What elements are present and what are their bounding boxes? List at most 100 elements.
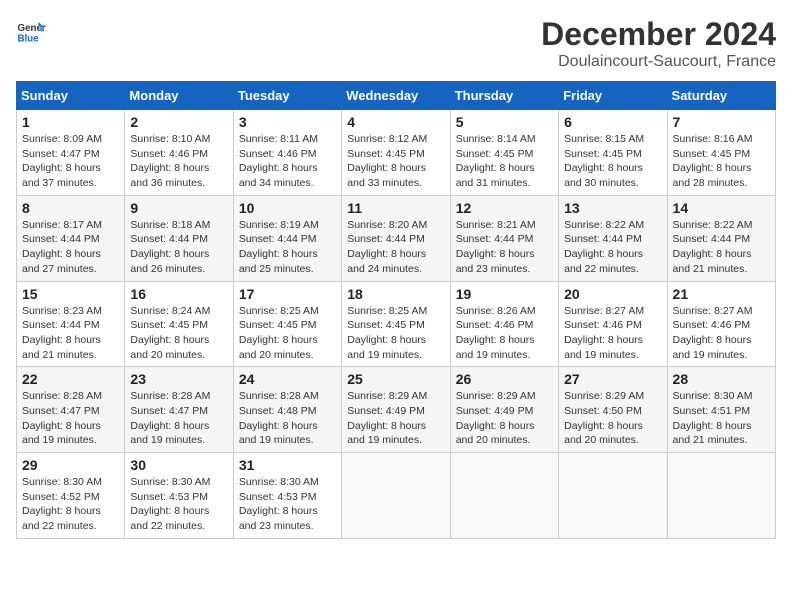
day-number: 28 bbox=[673, 371, 770, 387]
day-info: Sunrise: 8:27 AMSunset: 4:46 PMDaylight:… bbox=[673, 304, 770, 363]
day-info: Sunrise: 8:28 AMSunset: 4:48 PMDaylight:… bbox=[239, 389, 336, 448]
day-number: 19 bbox=[456, 286, 553, 302]
calendar-cell bbox=[450, 453, 558, 539]
day-number: 7 bbox=[673, 114, 770, 130]
day-info: Sunrise: 8:29 AMSunset: 4:49 PMDaylight:… bbox=[456, 389, 553, 448]
calendar-week-row: 29 Sunrise: 8:30 AMSunset: 4:52 PMDayligh… bbox=[17, 453, 776, 539]
day-number: 21 bbox=[673, 286, 770, 302]
calendar-cell bbox=[667, 453, 775, 539]
day-info: Sunrise: 8:29 AMSunset: 4:49 PMDaylight:… bbox=[347, 389, 444, 448]
day-info: Sunrise: 8:19 AMSunset: 4:44 PMDaylight:… bbox=[239, 218, 336, 277]
day-info: Sunrise: 8:25 AMSunset: 4:45 PMDaylight:… bbox=[347, 304, 444, 363]
calendar-body: 1 Sunrise: 8:09 AMSunset: 4:47 PMDaylight… bbox=[17, 110, 776, 539]
day-info: Sunrise: 8:24 AMSunset: 4:45 PMDaylight:… bbox=[130, 304, 227, 363]
day-info: Sunrise: 8:21 AMSunset: 4:44 PMDaylight:… bbox=[456, 218, 553, 277]
calendar-cell: 24 Sunrise: 8:28 AMSunset: 4:48 PMDayligh… bbox=[233, 367, 341, 453]
day-info: Sunrise: 8:14 AMSunset: 4:45 PMDaylight:… bbox=[456, 132, 553, 191]
month-title: December 2024 bbox=[541, 16, 776, 53]
day-info: Sunrise: 8:18 AMSunset: 4:44 PMDaylight:… bbox=[130, 218, 227, 277]
calendar-header: SundayMondayTuesdayWednesdayThursdayFrid… bbox=[17, 82, 776, 110]
calendar-cell: 21 Sunrise: 8:27 AMSunset: 4:46 PMDayligh… bbox=[667, 281, 775, 367]
calendar-week-row: 1 Sunrise: 8:09 AMSunset: 4:47 PMDaylight… bbox=[17, 110, 776, 196]
calendar-cell: 13 Sunrise: 8:22 AMSunset: 4:44 PMDayligh… bbox=[559, 195, 667, 281]
day-number: 13 bbox=[564, 200, 661, 216]
day-number: 11 bbox=[347, 200, 444, 216]
day-info: Sunrise: 8:26 AMSunset: 4:46 PMDaylight:… bbox=[456, 304, 553, 363]
day-number: 15 bbox=[22, 286, 119, 302]
day-info: Sunrise: 8:29 AMSunset: 4:50 PMDaylight:… bbox=[564, 389, 661, 448]
day-info: Sunrise: 8:12 AMSunset: 4:45 PMDaylight:… bbox=[347, 132, 444, 191]
day-number: 16 bbox=[130, 286, 227, 302]
day-info: Sunrise: 8:15 AMSunset: 4:45 PMDaylight:… bbox=[564, 132, 661, 191]
day-number: 22 bbox=[22, 371, 119, 387]
calendar-cell: 17 Sunrise: 8:25 AMSunset: 4:45 PMDayligh… bbox=[233, 281, 341, 367]
day-info: Sunrise: 8:17 AMSunset: 4:44 PMDaylight:… bbox=[22, 218, 119, 277]
logo-icon: General Blue bbox=[16, 16, 46, 46]
day-number: 27 bbox=[564, 371, 661, 387]
calendar-cell: 18Sunrise: 8:25 AMSunset: 4:45 PMDayligh… bbox=[342, 281, 450, 367]
weekday-header-thursday: Thursday bbox=[450, 82, 558, 110]
day-info: Sunrise: 8:25 AMSunset: 4:45 PMDaylight:… bbox=[239, 304, 336, 363]
calendar-cell: 12 Sunrise: 8:21 AMSunset: 4:44 PMDayligh… bbox=[450, 195, 558, 281]
day-number: 24 bbox=[239, 371, 336, 387]
calendar-cell: 10 Sunrise: 8:19 AMSunset: 4:44 PMDayligh… bbox=[233, 195, 341, 281]
day-number: 17 bbox=[239, 286, 336, 302]
calendar-cell: 25 Sunrise: 8:29 AMSunset: 4:49 PMDayligh… bbox=[342, 367, 450, 453]
calendar-cell: 8Sunrise: 8:17 AMSunset: 4:44 PMDaylight… bbox=[17, 195, 125, 281]
calendar-cell: 11 Sunrise: 8:20 AMSunset: 4:44 PMDayligh… bbox=[342, 195, 450, 281]
weekday-row: SundayMondayTuesdayWednesdayThursdayFrid… bbox=[17, 82, 776, 110]
day-info: Sunrise: 8:30 AMSunset: 4:52 PMDaylight:… bbox=[22, 475, 119, 534]
calendar-cell: 22 Sunrise: 8:28 AMSunset: 4:47 PMDayligh… bbox=[17, 367, 125, 453]
day-info: Sunrise: 8:16 AMSunset: 4:45 PMDaylight:… bbox=[673, 132, 770, 191]
day-number: 20 bbox=[564, 286, 661, 302]
day-info: Sunrise: 8:09 AMSunset: 4:47 PMDaylight:… bbox=[22, 132, 119, 191]
day-number: 31 bbox=[239, 457, 336, 473]
weekday-header-sunday: Sunday bbox=[17, 82, 125, 110]
calendar-week-row: 15 Sunrise: 8:23 AMSunset: 4:44 PMDayligh… bbox=[17, 281, 776, 367]
calendar-week-row: 8Sunrise: 8:17 AMSunset: 4:44 PMDaylight… bbox=[17, 195, 776, 281]
calendar-cell: 1 Sunrise: 8:09 AMSunset: 4:47 PMDaylight… bbox=[17, 110, 125, 196]
day-info: Sunrise: 8:28 AMSunset: 4:47 PMDaylight:… bbox=[130, 389, 227, 448]
day-number: 9 bbox=[130, 200, 227, 216]
day-info: Sunrise: 8:11 AMSunset: 4:46 PMDaylight:… bbox=[239, 132, 336, 191]
title-area: December 2024 Doulaincourt-Saucourt, Fra… bbox=[541, 16, 776, 71]
day-info: Sunrise: 8:30 AMSunset: 4:51 PMDaylight:… bbox=[673, 389, 770, 448]
day-number: 4 bbox=[347, 114, 444, 130]
calendar-table: SundayMondayTuesdayWednesdayThursdayFrid… bbox=[16, 81, 776, 539]
calendar-cell: 15 Sunrise: 8:23 AMSunset: 4:44 PMDayligh… bbox=[17, 281, 125, 367]
calendar-cell: 2Sunrise: 8:10 AMSunset: 4:46 PMDaylight… bbox=[125, 110, 233, 196]
day-number: 30 bbox=[130, 457, 227, 473]
day-info: Sunrise: 8:20 AMSunset: 4:44 PMDaylight:… bbox=[347, 218, 444, 277]
calendar-cell: 30Sunrise: 8:30 AMSunset: 4:53 PMDayligh… bbox=[125, 453, 233, 539]
day-info: Sunrise: 8:28 AMSunset: 4:47 PMDaylight:… bbox=[22, 389, 119, 448]
day-number: 29 bbox=[22, 457, 119, 473]
calendar-week-row: 22 Sunrise: 8:28 AMSunset: 4:47 PMDayligh… bbox=[17, 367, 776, 453]
day-number: 12 bbox=[456, 200, 553, 216]
day-info: Sunrise: 8:22 AMSunset: 4:44 PMDaylight:… bbox=[564, 218, 661, 277]
weekday-header-wednesday: Wednesday bbox=[342, 82, 450, 110]
logo: General Blue bbox=[16, 16, 46, 46]
day-info: Sunrise: 8:10 AMSunset: 4:46 PMDaylight:… bbox=[130, 132, 227, 191]
day-number: 23 bbox=[130, 371, 227, 387]
day-number: 14 bbox=[673, 200, 770, 216]
day-number: 5 bbox=[456, 114, 553, 130]
day-number: 6 bbox=[564, 114, 661, 130]
day-number: 26 bbox=[456, 371, 553, 387]
weekday-header-monday: Monday bbox=[125, 82, 233, 110]
day-info: Sunrise: 8:27 AMSunset: 4:46 PMDaylight:… bbox=[564, 304, 661, 363]
page-header: General Blue December 2024 Doulaincourt-… bbox=[16, 16, 776, 71]
location-title: Doulaincourt-Saucourt, France bbox=[541, 53, 776, 71]
calendar-cell: 26 Sunrise: 8:29 AMSunset: 4:49 PMDayligh… bbox=[450, 367, 558, 453]
calendar-cell bbox=[342, 453, 450, 539]
day-number: 10 bbox=[239, 200, 336, 216]
calendar-cell: 6 Sunrise: 8:15 AMSunset: 4:45 PMDaylight… bbox=[559, 110, 667, 196]
calendar-cell: 4 Sunrise: 8:12 AMSunset: 4:45 PMDaylight… bbox=[342, 110, 450, 196]
calendar-cell: 23 Sunrise: 8:28 AMSunset: 4:47 PMDayligh… bbox=[125, 367, 233, 453]
weekday-header-tuesday: Tuesday bbox=[233, 82, 341, 110]
day-info: Sunrise: 8:30 AMSunset: 4:53 PMDaylight:… bbox=[239, 475, 336, 534]
day-info: Sunrise: 8:23 AMSunset: 4:44 PMDaylight:… bbox=[22, 304, 119, 363]
calendar-cell: 20 Sunrise: 8:27 AMSunset: 4:46 PMDayligh… bbox=[559, 281, 667, 367]
calendar-cell: 9 Sunrise: 8:18 AMSunset: 4:44 PMDaylight… bbox=[125, 195, 233, 281]
day-number: 1 bbox=[22, 114, 119, 130]
day-number: 25 bbox=[347, 371, 444, 387]
